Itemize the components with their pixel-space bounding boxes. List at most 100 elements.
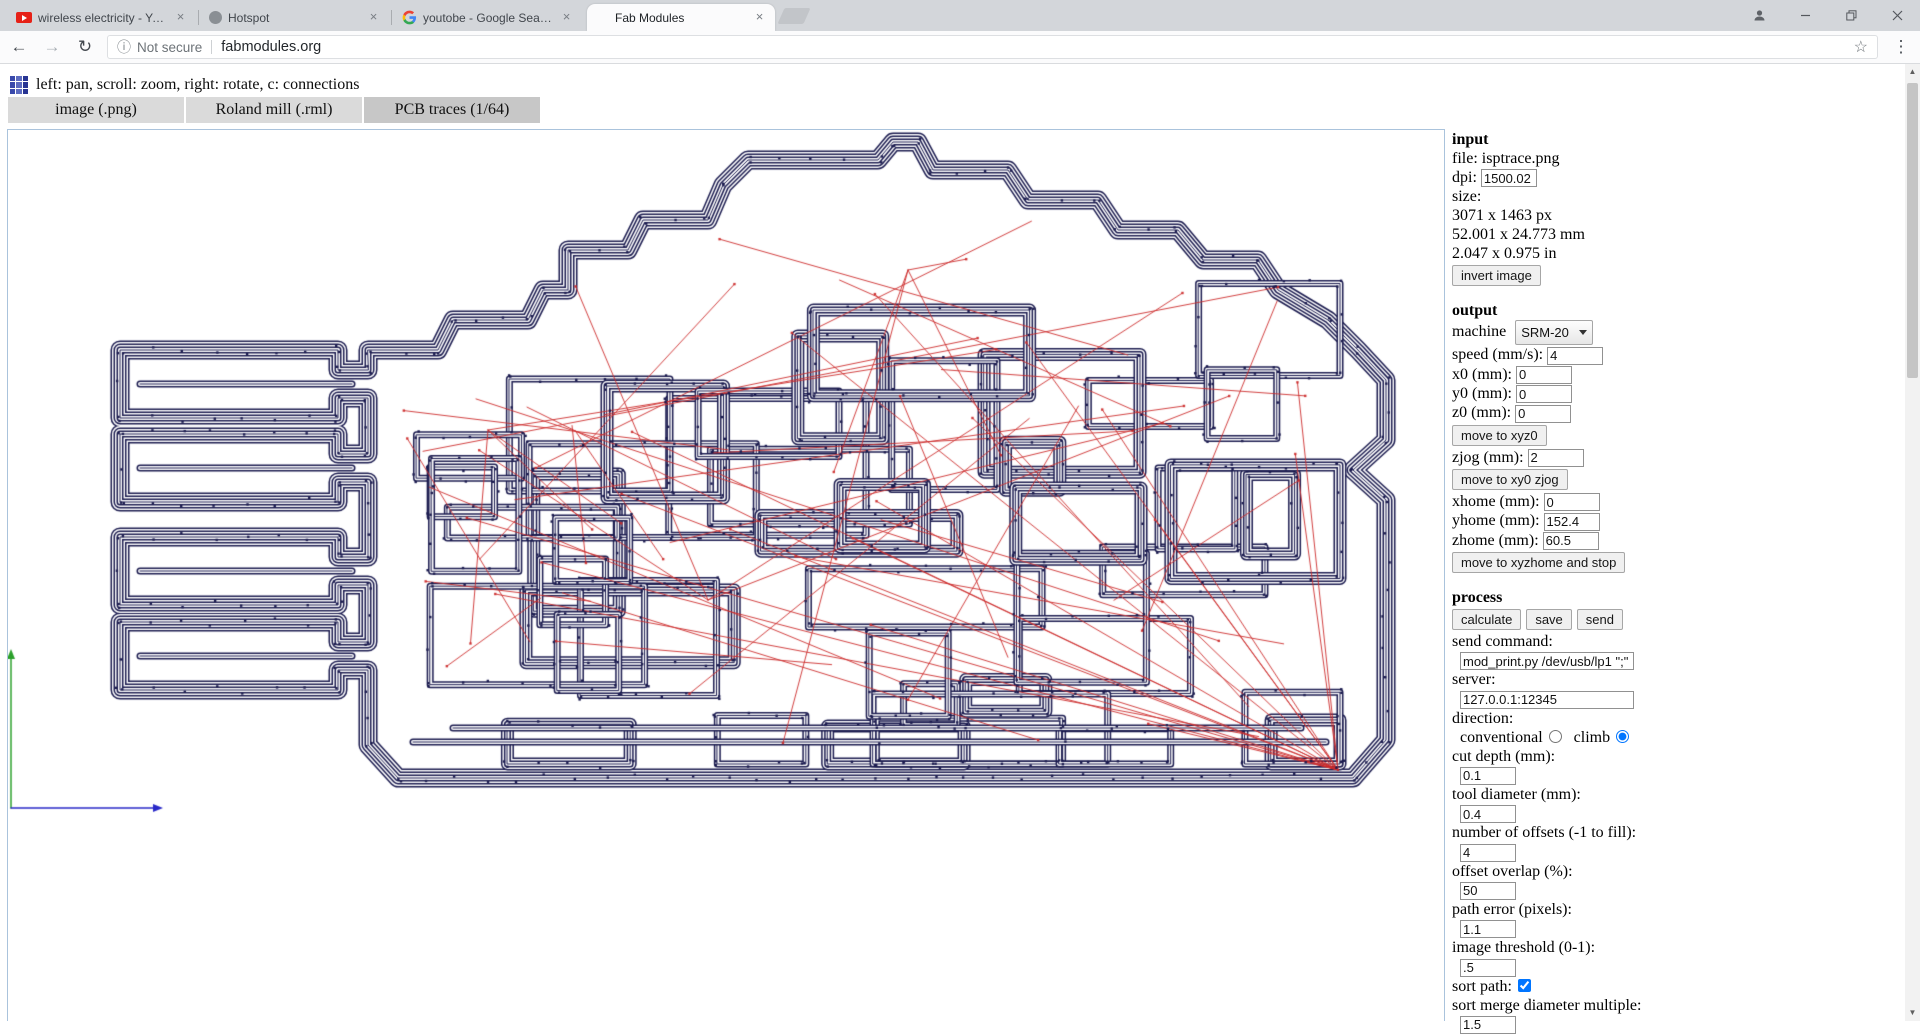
path-error-input[interactable] — [1460, 920, 1516, 939]
calculate-button[interactable]: calculate — [1452, 608, 1522, 630]
size-in-value: 2.047 x 0.975 in — [1452, 245, 1557, 263]
xhome-input[interactable] — [1543, 493, 1600, 512]
save-button[interactable]: save — [1526, 608, 1572, 630]
dropdown-arrow-icon — [1578, 330, 1587, 336]
address-bar[interactable]: ⓘ Not secure fabmodules.org ☆ — [107, 35, 1878, 59]
mode-tab-pcb-traces[interactable]: PCB traces (1/64) — [364, 97, 542, 123]
youtube-icon — [16, 12, 32, 23]
tab-close-icon[interactable]: × — [366, 10, 381, 25]
control-panel: input file: isptrace.png dpi: size: 3071… — [1452, 130, 1714, 1034]
overlap-input[interactable] — [1460, 881, 1516, 900]
sort-merge-input[interactable] — [1460, 1015, 1516, 1034]
move-home-stop-button[interactable]: move to xyzhome and stop — [1452, 551, 1626, 573]
browser-tab-youtube[interactable]: wireless electricity - YouT × — [8, 4, 196, 31]
tab-title: wireless electricity - YouT — [38, 10, 167, 25]
tab-separator — [391, 10, 392, 25]
machine-selected-value: SRM-20 — [1521, 325, 1569, 341]
browser-tab-fab-modules[interactable]: Fab Modules × — [587, 4, 775, 31]
xhome-label: xhome (mm): — [1452, 492, 1540, 510]
mouse-hint-text: left: pan, scroll: zoom, right: rotate, … — [36, 76, 360, 93]
machine-select[interactable]: SRM-20 — [1515, 320, 1593, 346]
toolpath-canvas[interactable] — [8, 130, 1444, 1021]
bookmark-star-icon[interactable]: ☆ — [1854, 37, 1868, 57]
offsets-input[interactable] — [1460, 843, 1516, 862]
tab-close-icon[interactable]: × — [559, 10, 574, 25]
server-label: server: — [1452, 671, 1496, 689]
move-to-xyz0-button[interactable]: move to xyz0 — [1452, 424, 1547, 446]
yhome-input[interactable] — [1543, 512, 1600, 531]
tab-close-icon[interactable]: × — [752, 10, 767, 25]
profile-icon[interactable] — [1736, 0, 1782, 31]
google-icon — [402, 10, 417, 25]
zhome-label: zhome (mm): — [1452, 531, 1539, 549]
overlap-label: offset overlap (%): — [1452, 862, 1573, 880]
url-separator — [211, 40, 213, 54]
process-section-heading: process — [1452, 588, 1503, 606]
send-command-input[interactable] — [1460, 652, 1634, 671]
new-tab-button[interactable] — [777, 8, 811, 24]
size-mm-value: 52.001 x 24.773 mm — [1452, 226, 1585, 244]
size-label: size: — [1452, 188, 1482, 206]
sort-merge-label: sort merge diameter multiple: — [1452, 996, 1642, 1014]
threshold-input[interactable] — [1460, 958, 1516, 977]
tab-strip: wireless electricity - YouT × Hotspot × … — [0, 0, 1920, 31]
cut-depth-input[interactable] — [1460, 766, 1516, 785]
offsets-label: number of offsets (-1 to fill): — [1452, 824, 1637, 842]
security-label: Not secure — [137, 39, 203, 55]
zhome-input[interactable] — [1542, 531, 1599, 550]
back-button[interactable]: ← — [5, 37, 33, 57]
send-button[interactable]: send — [1576, 608, 1623, 630]
climb-label: climb — [1573, 728, 1611, 746]
direction-label: direction: — [1452, 709, 1514, 727]
mode-tab-image-png[interactable]: image (.png) — [8, 97, 186, 123]
url-text: fabmodules.org — [221, 39, 322, 55]
input-section-heading: input — [1452, 131, 1489, 148]
path-error-label: path error (pixels): — [1452, 900, 1572, 918]
direction-conventional-radio[interactable] — [1548, 729, 1562, 743]
toolpath-viewport — [7, 129, 1445, 1021]
file-label: file: isptrace.png — [1452, 150, 1560, 167]
y0-input[interactable] — [1516, 385, 1572, 404]
forward-button[interactable]: → — [38, 37, 66, 57]
mode-tab-roland-mill[interactable]: Roland mill (.rml) — [186, 97, 364, 123]
scroll-up-icon[interactable]: ▲ — [1905, 64, 1920, 80]
speed-input[interactable] — [1547, 346, 1604, 365]
dpi-label: dpi: — [1452, 169, 1477, 186]
close-button[interactable] — [1874, 0, 1920, 31]
z0-input[interactable] — [1515, 404, 1572, 423]
sort-path-checkbox[interactable] — [1518, 978, 1531, 992]
tab-title: Hotspot — [228, 10, 270, 25]
page-scrollbar[interactable]: ▲ ▼ — [1905, 64, 1920, 1021]
reload-button[interactable]: ↻ — [71, 37, 99, 57]
move-to-xy0-zjog-button[interactable]: move to xy0 zjog — [1452, 468, 1568, 490]
x0-input[interactable] — [1516, 365, 1572, 384]
dpi-input[interactable] — [1480, 169, 1537, 188]
tab-title: Fab Modules — [615, 10, 685, 25]
browser-toolbar: ← → ↻ ⓘ Not secure fabmodules.org ☆ ⋮ — [0, 31, 1920, 64]
tool-diameter-input[interactable] — [1460, 805, 1516, 824]
tab-close-icon[interactable]: × — [173, 10, 188, 25]
window-controls — [1736, 0, 1920, 31]
page-content: left: pan, scroll: zoom, right: rotate, … — [0, 64, 1920, 1034]
direction-climb-radio[interactable] — [1616, 729, 1630, 743]
cut-depth-label: cut depth (mm): — [1452, 747, 1556, 765]
tool-diameter-label: tool diameter (mm): — [1452, 785, 1581, 803]
send-command-label: send command: — [1452, 632, 1553, 650]
hint-row: left: pan, scroll: zoom, right: rotate, … — [10, 76, 359, 94]
machine-label: machine — [1452, 323, 1507, 341]
menu-icon[interactable]: ⋮ — [1888, 37, 1914, 57]
mode-tabs: image (.png) Roland mill (.rml) PCB trac… — [8, 97, 542, 123]
sort-path-label: sort path: — [1452, 977, 1512, 995]
tab-title: youtobe - Google Search — [423, 10, 553, 25]
scroll-down-icon[interactable]: ▼ — [1905, 1005, 1920, 1021]
browser-tab-google-search[interactable]: youtobe - Google Search × — [394, 4, 582, 31]
info-icon[interactable]: ⓘ — [117, 37, 131, 57]
invert-image-button[interactable]: invert image — [1452, 265, 1541, 287]
server-input[interactable] — [1460, 690, 1634, 709]
browser-tab-hotspot[interactable]: Hotspot × — [201, 4, 389, 31]
yhome-label: yhome (mm): — [1452, 512, 1540, 530]
scrollbar-thumb[interactable] — [1907, 83, 1918, 378]
minimize-button[interactable] — [1782, 0, 1828, 31]
zjog-input[interactable] — [1527, 448, 1584, 467]
maximize-button[interactable] — [1828, 0, 1874, 31]
